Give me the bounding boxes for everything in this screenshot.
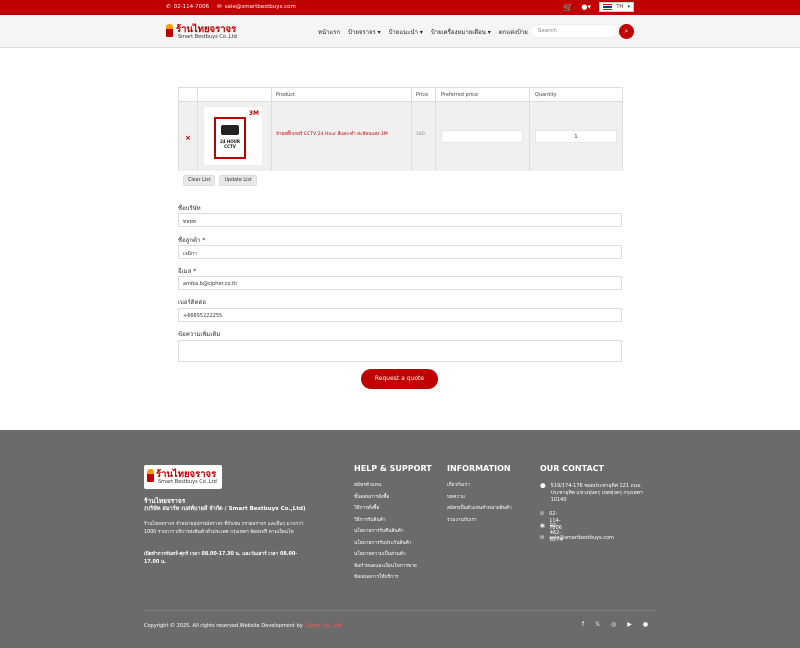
help-link[interactable]: ข้อเสนอการให้บริการ xyxy=(354,572,417,584)
footer-divider xyxy=(144,610,656,611)
footer-logo[interactable]: ร้านไทยจราจร Smart Bestbuys Co.,Ltd xyxy=(144,465,222,489)
footer-hours: เปิดทำการจันทร์-ศุกร์ เวลา 08.00-17.30 น… xyxy=(144,552,298,565)
company-field[interactable]: ทททท xyxy=(178,213,622,227)
divider xyxy=(529,88,530,171)
product-price: 180 xyxy=(416,132,425,137)
product-image[interactable]: 3M 24 HOUR CCTV xyxy=(203,106,263,166)
logo-sub: Smart Bestbuys Co.,Ltd xyxy=(178,34,237,40)
help-heading: HELP & SUPPORT xyxy=(354,464,432,473)
company-label: ชื่อบริษัท xyxy=(178,205,201,212)
nav-warning-signs[interactable]: ป้ายเครื่องหมายเตือน ▾ xyxy=(431,27,491,37)
main-header: ร้านไทยจราจร Smart Bestbuys Co.,Ltd หน้า… xyxy=(0,15,800,48)
brand-label: 3M xyxy=(248,110,259,117)
remove-item-icon[interactable]: × xyxy=(185,134,191,142)
phone-field[interactable]: +66655222255 xyxy=(178,308,622,322)
top-phone[interactable]: ✆ 02-114-7006 xyxy=(166,4,209,10)
logo-mark-icon xyxy=(166,24,173,37)
nav-sign-decor[interactable]: ตกแต่งป้าย xyxy=(499,27,528,37)
phone-icon: ✆ xyxy=(166,4,171,10)
line-icon[interactable]: ● xyxy=(643,621,648,628)
info-link[interactable]: สมัครเป็นตัวแทนจำหน่ายสินค้า xyxy=(447,503,512,515)
help-link[interactable]: วิธีการรับสินค้า xyxy=(354,515,417,527)
main-nav: หน้าแรก ป้ายจราจร ▾ ป้ายแนะนำ ▾ ป้ายเครื… xyxy=(318,27,528,37)
developer-link[interactable]: Cipher Co., Ltd. xyxy=(304,623,343,629)
contact-address: 519/174-176 ซอยประชาอุทิศ 121 ถนนประชาอุ… xyxy=(550,483,643,503)
name-label: ชื่อลูกค้า * xyxy=(178,237,206,244)
info-heading: INFORMATION xyxy=(447,464,511,473)
copyright-text: Copyright © 2025. All rights reserved.We… xyxy=(144,623,303,629)
nav-home[interactable]: หน้าแรก xyxy=(318,27,340,37)
cart-icon[interactable]: 🛒 xyxy=(563,3,573,12)
facebook-icon[interactable]: f xyxy=(582,621,584,628)
lang-label: TH xyxy=(616,4,624,10)
nav-guide-signs[interactable]: ป้ายแนะนำ ▾ xyxy=(389,27,423,37)
col-price: Price xyxy=(416,92,429,98)
thai-flag-icon xyxy=(603,4,612,10)
contact-heading: OUR CONTACT xyxy=(540,464,604,473)
message-textarea[interactable] xyxy=(178,340,622,362)
cctv-sign-icon: 24 HOUR CCTV xyxy=(214,117,246,159)
search-button[interactable]: ⌕ xyxy=(619,24,634,39)
col-quantity: Quantity xyxy=(535,92,557,98)
name-field[interactable]: เจมิกา xyxy=(178,245,622,259)
product-name-link[interactable]: ป้ายสติ๊กเกอร์ CCTV 24 Hour สีแดง-ดำ สะท… xyxy=(276,131,388,138)
preferred-price-input[interactable] xyxy=(441,130,523,143)
message-label: ข้อความเพิ่มเติม xyxy=(178,331,221,338)
footer: ร้านไทยจราจร Smart Bestbuys Co.,Ltd ร้าน… xyxy=(0,430,800,648)
clear-list-button[interactable]: Clear List xyxy=(183,175,216,186)
help-link[interactable]: ขั้นตอนการสั่งซื้อ xyxy=(354,492,417,504)
help-links: สมัครตัวแทน ขั้นตอนการสั่งซื้อ วิธีการสั… xyxy=(354,480,417,584)
top-email-text: sale@smartbestbuys.com xyxy=(224,4,296,10)
update-list-button[interactable]: Update List xyxy=(219,175,257,186)
search-input[interactable]: Search xyxy=(530,24,618,38)
info-links: เกี่ยวกับเรา บทความ สมัครเป็นตัวแทนจำหน่… xyxy=(447,480,512,526)
table-row: × 3M 24 HOUR CCTV ป้ายสติ๊กเกอร์ CCTV 24… xyxy=(179,102,622,171)
mail-icon: ✉ xyxy=(540,535,545,541)
divider xyxy=(411,88,412,171)
email-label: อีเมล * xyxy=(178,268,197,275)
footer-description: ร้านไทยจราจร จำหน่ายอุปกรณ์จราจร ที่กันช… xyxy=(144,522,304,535)
request-quote-button[interactable]: Request a quote xyxy=(361,369,438,389)
divider xyxy=(197,88,198,171)
help-link[interactable]: ข้อกำหนดและเงื่อนไขการขาย xyxy=(354,561,417,573)
location-icon: ⬤ xyxy=(540,483,546,489)
quote-list-table: Product Price Preferred price Quantity ×… xyxy=(178,87,623,171)
quantity-input[interactable]: 1 xyxy=(535,130,617,143)
top-email[interactable]: ✉ sale@smartbestbuys.com xyxy=(217,4,296,10)
x-icon[interactable]: 𝕏 xyxy=(595,621,600,628)
email-field[interactable]: amika.b@cipher.co.th xyxy=(178,276,622,290)
youtube-icon[interactable]: ▶ xyxy=(627,621,632,628)
help-link[interactable]: นโยบายความเป็นส่วนตัว xyxy=(354,549,417,561)
chevron-down-icon: ▾ xyxy=(627,4,630,10)
info-link[interactable]: บทความ xyxy=(447,492,512,504)
footer-logo-sub: Smart Bestbuys Co.,Ltd xyxy=(158,479,217,485)
site-logo[interactable]: ร้านไทยจราจร Smart Bestbuys Co.,Ltd xyxy=(166,22,241,42)
language-selector[interactable]: TH ▾ xyxy=(599,2,634,12)
sign-text: 24 HOUR CCTV xyxy=(219,139,241,149)
social-links: f 𝕏 ◎ ▶ ● xyxy=(582,621,648,628)
divider xyxy=(271,88,272,171)
col-product: Product xyxy=(276,92,295,98)
divider xyxy=(435,88,436,171)
info-link[interactable]: เกี่ยวกับเรา xyxy=(447,480,512,492)
copyright: Copyright © 2025. All rights reserved.We… xyxy=(144,623,343,629)
col-preferred: Preferred price xyxy=(441,92,478,98)
search-icon: ⌕ xyxy=(624,27,629,35)
user-icon[interactable]: ●▾ xyxy=(581,3,591,11)
contact-email[interactable]: sale@smartbestbuys.com xyxy=(549,535,614,542)
nav-traffic-signs[interactable]: ป้ายจราจร ▾ xyxy=(348,27,380,37)
help-link[interactable]: วิธีการสั่งซื้อ xyxy=(354,503,417,515)
logo-mark-icon xyxy=(147,469,154,482)
help-link[interactable]: สมัครตัวแทน xyxy=(354,480,417,492)
table-header: Product Price Preferred price Quantity xyxy=(179,88,622,102)
help-link[interactable]: นโยบายการรับคืนสินค้า xyxy=(354,526,417,538)
help-link[interactable]: นโยบายการรับประกันสินค้า xyxy=(354,538,417,550)
top-bar: ✆ 02-114-7006 ✉ sale@smartbestbuys.com 🛒 ●… xyxy=(0,0,800,15)
phone-label: เบอร์ติดต่อ xyxy=(178,299,206,306)
mail-icon: ✉ xyxy=(217,4,222,10)
info-link[interactable]: ร่วมงานกับเรา xyxy=(447,515,512,527)
instagram-icon[interactable]: ◎ xyxy=(611,621,616,628)
top-phone-text: 02-114-7006 xyxy=(173,4,210,10)
footer-company-full: (บริษัท สมาร์ท เบสท์บายส์ จำกัด / Smart … xyxy=(144,506,306,512)
